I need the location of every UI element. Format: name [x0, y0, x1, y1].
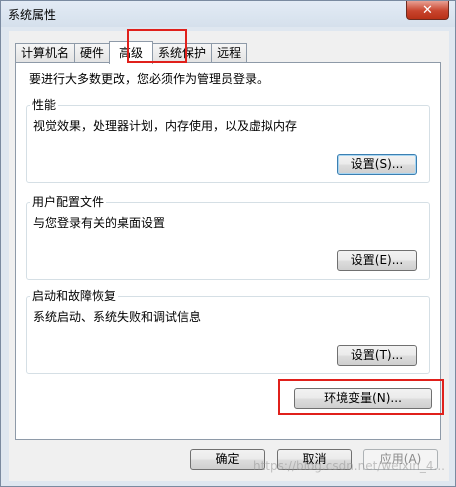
performance-description: 视觉效果，处理器计划，内存使用，以及虚拟内存 — [33, 119, 298, 133]
tab-advanced[interactable]: 高级 — [109, 41, 154, 64]
close-button[interactable]: ✕ — [406, 1, 449, 20]
user-profiles-title: 用户配置文件 — [30, 195, 107, 209]
user-profiles-group: 用户配置文件 与您登录有关的桌面设置 设置(E)... — [26, 195, 430, 280]
startup-recovery-group: 启动和故障恢复 系统启动、系统失败和调试信息 设置(T)... — [26, 289, 430, 374]
admin-note: 要进行大多数更改，您必须作为管理员登录。 — [29, 72, 270, 86]
tab-hardware[interactable]: 硬件 — [74, 43, 111, 63]
advanced-tab-panel: 要进行大多数更改，您必须作为管理员登录。 性能 视觉效果，处理器计划，内存使用，… — [15, 62, 441, 440]
dialog-client-area: 计算机名 硬件 高级 系统保护 远程 要进行大多数更改，您必须作为管理员登录。 … — [9, 29, 449, 481]
tab-computer-name[interactable]: 计算机名 — [15, 43, 76, 63]
performance-group: 性能 视觉效果，处理器计划，内存使用，以及虚拟内存 设置(S)... — [26, 98, 430, 183]
user-profiles-settings-button[interactable]: 设置(E)... — [337, 250, 417, 271]
tab-system-protection[interactable]: 系统保护 — [152, 43, 213, 63]
system-properties-window: 系统属性 ✕ 计算机名 硬件 高级 系统保护 远程 要进行大多数更改，您必须作为… — [0, 0, 456, 487]
startup-recovery-title: 启动和故障恢复 — [30, 289, 119, 303]
apply-button[interactable]: 应用(A) — [363, 449, 438, 470]
startup-recovery-settings-button[interactable]: 设置(T)... — [337, 345, 417, 366]
startup-recovery-description: 系统启动、系统失败和调试信息 — [33, 310, 202, 324]
window-title: 系统属性 — [8, 8, 57, 22]
user-profiles-description: 与您登录有关的桌面设置 — [33, 216, 166, 230]
cancel-button[interactable]: 取消 — [277, 449, 352, 470]
ok-button[interactable]: 确定 — [190, 449, 265, 470]
tab-strip: 计算机名 硬件 高级 系统保护 远程 — [15, 41, 248, 64]
environment-variables-button[interactable]: 环境变量(N)... — [294, 388, 432, 409]
close-icon: ✕ — [422, 2, 433, 18]
title-bar[interactable]: 系统属性 ✕ — [1, 1, 455, 27]
tab-remote[interactable]: 远程 — [211, 43, 248, 63]
performance-title: 性能 — [30, 98, 59, 112]
performance-settings-button[interactable]: 设置(S)... — [337, 154, 417, 175]
